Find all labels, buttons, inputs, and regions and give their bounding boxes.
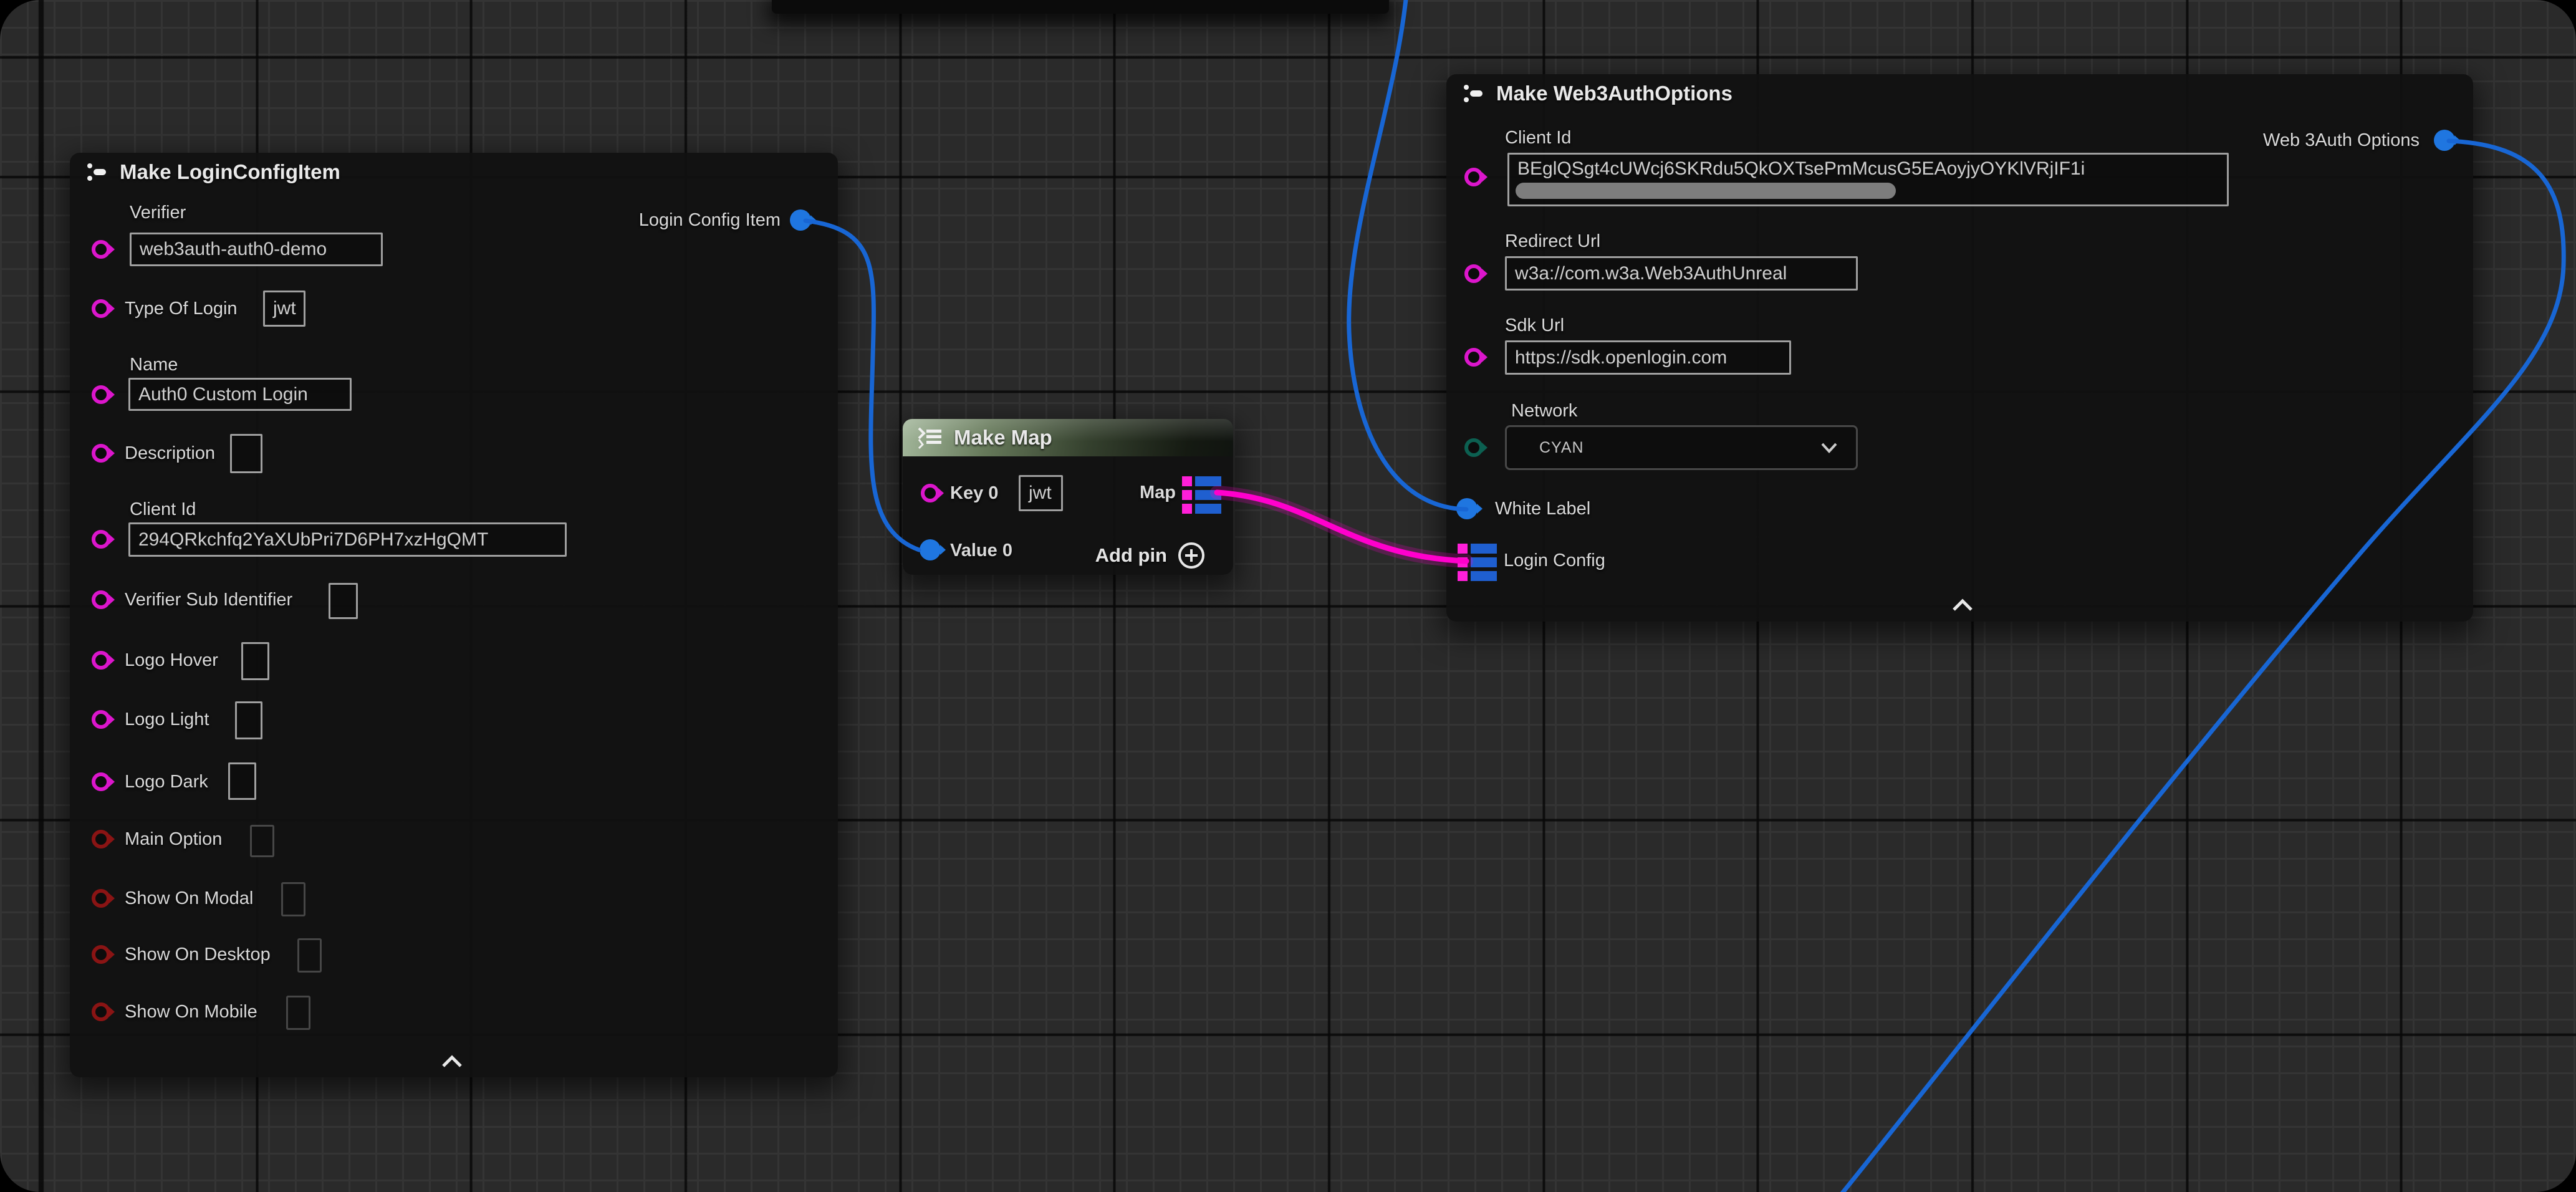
node-header-make-map[interactable]: Make Map xyxy=(903,419,1233,456)
pin-verifier-sub-identifier[interactable] xyxy=(92,590,110,609)
pin-label-sdk-url: Sdk Url xyxy=(1505,314,1564,337)
textbox-logo-hover[interactable] xyxy=(241,642,269,680)
checkbox-show-on-desktop[interactable] xyxy=(297,938,322,973)
make-struct-icon xyxy=(1459,81,1486,106)
textbox-logo-light[interactable] xyxy=(235,701,262,739)
textbox-key-0[interactable]: jwt xyxy=(1019,475,1063,511)
pin-label-main-option: Main Option xyxy=(125,828,222,850)
plus-circle-icon xyxy=(1177,541,1206,570)
pin-label-login-config: Login Config xyxy=(1504,549,1605,572)
pin-label-name: Name xyxy=(130,353,178,376)
pin-key-0[interactable] xyxy=(921,484,940,502)
pin-label-logo-light: Logo Light xyxy=(125,708,209,731)
pin-main-option[interactable] xyxy=(92,830,110,848)
textbox-verifier-sub-identifier[interactable] xyxy=(329,583,358,619)
textbox-name[interactable]: Auth0 Custom Login xyxy=(128,378,352,411)
pin-name[interactable] xyxy=(92,385,110,404)
textbox-description[interactable] xyxy=(230,434,262,473)
pin-login-config[interactable] xyxy=(1458,544,1497,581)
node-title: Make Web3AuthOptions xyxy=(1496,82,1733,105)
pin-redirect-url[interactable] xyxy=(1464,264,1483,283)
pin-label-login-config-item: Login Config Item xyxy=(639,209,781,231)
pin-label-white-label: White Label xyxy=(1495,497,1590,520)
chevron-up-icon xyxy=(1949,598,1976,612)
pin-white-label[interactable] xyxy=(1456,498,1478,519)
pin-label-show-on-modal: Show On Modal xyxy=(125,887,253,910)
node-make-loginconfigitem[interactable]: Make LoginConfigItem Login Config Item V… xyxy=(70,153,838,1077)
chevron-down-icon xyxy=(1819,441,1840,454)
pin-label-value-0: Value 0 xyxy=(950,539,1012,562)
pin-logo-hover[interactable] xyxy=(92,651,110,670)
node-header-web3authoptions[interactable]: Make Web3AuthOptions xyxy=(1446,74,2473,113)
node-make-web3authoptions[interactable]: Make Web3AuthOptions Web 3Auth Options C… xyxy=(1446,74,2473,622)
pin-logo-light[interactable] xyxy=(92,710,110,729)
textbox-type-of-login[interactable]: jwt xyxy=(263,291,305,327)
node-title: Make LoginConfigItem xyxy=(120,160,340,184)
node-header-loginconfigitem[interactable]: Make LoginConfigItem xyxy=(70,153,838,191)
pin-sdk-url[interactable] xyxy=(1464,348,1483,367)
add-pin-label: Add pin xyxy=(1095,544,1167,567)
pin-label-verifier: Verifier xyxy=(130,201,186,224)
pin-label-type-of-login: Type Of Login xyxy=(125,297,238,320)
pin-label-redirect-url: Redirect Url xyxy=(1505,230,1600,252)
make-map-icon xyxy=(915,426,944,449)
pin-label-logo-hover: Logo Hover xyxy=(125,649,218,671)
pin-client-id[interactable] xyxy=(92,530,110,549)
wire-map-to-login-config[interactable] xyxy=(1217,493,1466,561)
pin-verifier[interactable] xyxy=(92,240,110,259)
pin-map-output[interactable] xyxy=(1182,476,1221,514)
pin-value-0[interactable] xyxy=(920,539,941,560)
node-title: Make Map xyxy=(954,426,1052,449)
pin-show-on-mobile[interactable] xyxy=(92,1002,110,1021)
network-dropdown-value: CYAN xyxy=(1539,439,1584,457)
pin-network[interactable] xyxy=(1464,438,1483,457)
pin-label-description: Description xyxy=(125,442,215,464)
textbox-horizontal-scrollbar[interactable] xyxy=(1516,183,1896,199)
checkbox-main-option[interactable] xyxy=(250,825,274,857)
pin-type-of-login[interactable] xyxy=(92,299,110,318)
pin-label-web3auth-options: Web 3Auth Options xyxy=(2263,129,2420,151)
pin-label-client-id: Client Id xyxy=(1505,127,1571,149)
textbox-client-id[interactable]: BEglQSgt4cUWcj6SKRdu5QkOXTsePmMcusG5EAoy… xyxy=(1507,153,2229,206)
pin-description[interactable] xyxy=(92,444,110,463)
pin-client-id[interactable] xyxy=(1464,168,1483,186)
offscreen-node-edge[interactable] xyxy=(772,0,1389,14)
pin-label-client-id: Client Id xyxy=(130,498,196,521)
checkbox-show-on-mobile[interactable] xyxy=(286,996,310,1030)
textbox-client-id[interactable]: 294QRkchfq2YaXUbPri7D6PH7xzHgQMT xyxy=(128,522,567,557)
chevron-up-icon xyxy=(438,1055,466,1069)
node-make-map[interactable]: Make Map Key 0 jwt Map Value 0 Add pin xyxy=(903,419,1233,575)
textbox-sdk-url[interactable]: https://sdk.openlogin.com xyxy=(1505,340,1791,375)
pin-label-show-on-mobile: Show On Mobile xyxy=(125,1001,257,1023)
pin-label-network: Network xyxy=(1511,400,1577,422)
pin-label-logo-dark: Logo Dark xyxy=(125,771,208,793)
collapse-node-button[interactable] xyxy=(1943,593,1982,618)
textbox-redirect-url[interactable]: w3a://com.w3a.Web3AuthUnreal xyxy=(1505,256,1858,291)
pin-label-key-0: Key 0 xyxy=(950,482,998,504)
pin-label-map: Map xyxy=(1140,481,1176,504)
pin-label-show-on-desktop: Show On Desktop xyxy=(125,943,271,966)
textbox-client-id-value: BEglQSgt4cUWcj6SKRdu5QkOXTsePmMcusG5EAoy… xyxy=(1517,158,2085,179)
add-pin-button[interactable]: Add pin xyxy=(1095,541,1206,570)
wire-map-to-login-config-glow xyxy=(1217,493,1466,561)
textbox-logo-dark[interactable] xyxy=(228,762,256,800)
network-dropdown[interactable]: CYAN xyxy=(1505,425,1858,470)
checkbox-show-on-modal[interactable] xyxy=(281,882,305,916)
pin-show-on-desktop[interactable] xyxy=(92,945,110,964)
make-struct-icon xyxy=(82,160,110,185)
textbox-verifier[interactable]: web3auth-auth0-demo xyxy=(130,233,383,266)
blueprint-canvas[interactable]: Make LoginConfigItem Login Config Item V… xyxy=(0,0,2576,1192)
pin-show-on-modal[interactable] xyxy=(92,889,110,908)
pin-login-config-item-output[interactable] xyxy=(790,209,811,231)
pin-web3auth-options-output[interactable] xyxy=(2434,130,2455,151)
collapse-node-button[interactable] xyxy=(432,1049,472,1074)
pin-label-verifier-sub-identifier: Verifier Sub Identifier xyxy=(125,589,292,611)
pin-logo-dark[interactable] xyxy=(92,772,110,791)
